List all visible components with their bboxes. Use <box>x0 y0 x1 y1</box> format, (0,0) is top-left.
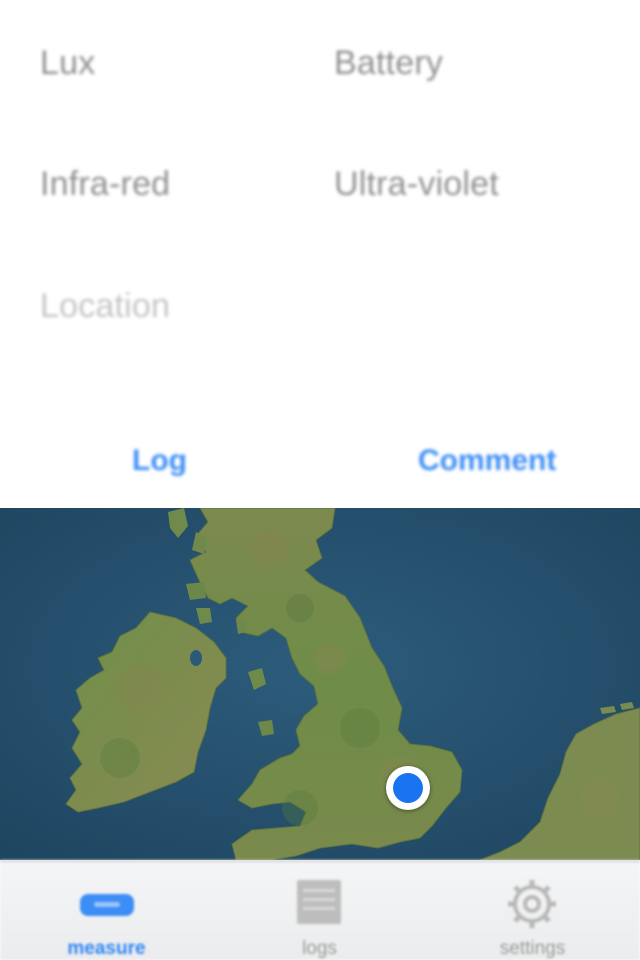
infrared-label: Infra-red <box>40 165 171 203</box>
measure-icon <box>80 894 134 916</box>
readings-panel: Lux Battery Infra-red Ultra-violet Locat… <box>0 0 640 508</box>
current-location-marker[interactable] <box>386 766 430 810</box>
app-screen: Lux Battery Infra-red Ultra-violet Locat… <box>0 0 640 960</box>
logs-icon <box>297 880 341 924</box>
comment-button[interactable]: Comment <box>418 444 556 478</box>
tab-measure-label: measure <box>67 938 146 959</box>
current-location-dot <box>393 773 423 803</box>
log-button[interactable]: Log <box>132 444 187 478</box>
tab-bar: measure logs settings <box>0 860 640 960</box>
lux-label: Lux <box>40 44 96 82</box>
tab-settings[interactable]: settings <box>426 862 639 960</box>
ultraviolet-label: Ultra-violet <box>334 165 499 203</box>
battery-label: Battery <box>334 44 444 82</box>
tab-logs[interactable]: logs <box>213 862 426 960</box>
tab-settings-label: settings <box>499 938 566 959</box>
tab-measure[interactable]: measure <box>0 862 213 960</box>
tab-logs-label: logs <box>302 938 337 959</box>
map-canvas <box>0 508 640 860</box>
location-label: Location <box>40 287 171 325</box>
gear-icon <box>506 878 558 930</box>
map-view[interactable] <box>0 508 640 860</box>
lough-neagh <box>190 650 202 666</box>
